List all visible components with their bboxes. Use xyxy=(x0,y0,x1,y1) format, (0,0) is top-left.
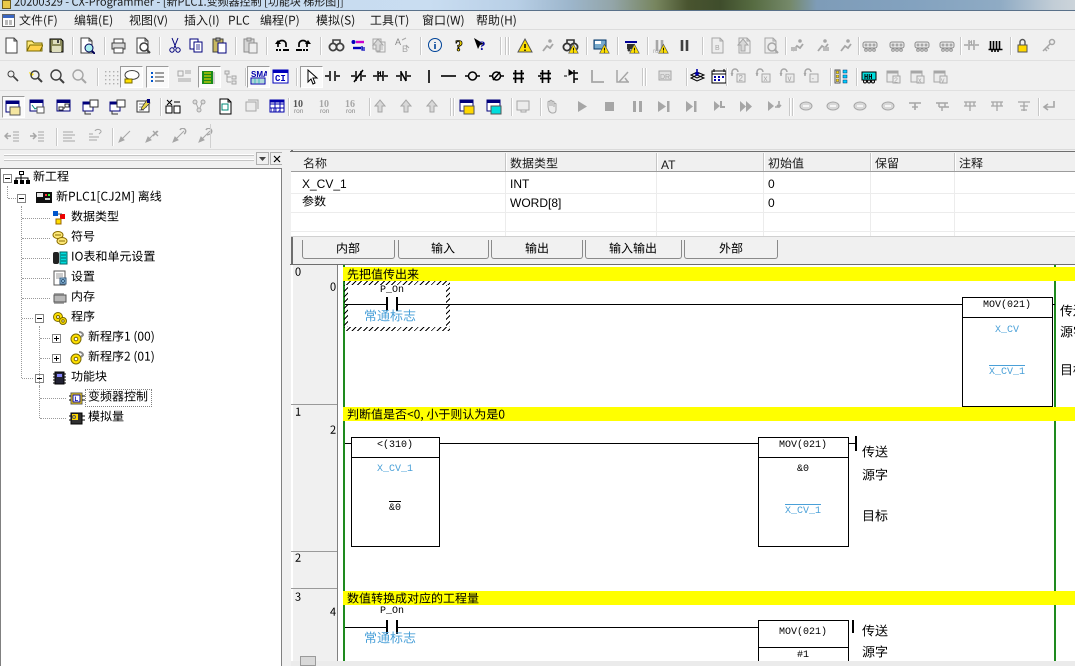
svg-text:x: x xyxy=(918,78,922,85)
svg-text:2: 2 xyxy=(894,78,898,85)
svg-text:L: L xyxy=(75,397,79,403)
svg-text:v: v xyxy=(941,78,945,85)
svg-text:CI: CI xyxy=(275,74,286,84)
svg-text:ron: ron xyxy=(346,108,356,115)
svg-text:v: v xyxy=(788,74,792,83)
svg-text:-: - xyxy=(812,74,815,83)
svg-text:x: x xyxy=(764,74,768,83)
svg-text:?: ? xyxy=(455,38,463,54)
svg-text:B: B xyxy=(715,45,720,52)
svg-text:A: A xyxy=(395,37,401,47)
svg-text:012: 012 xyxy=(271,108,282,114)
svg-text:DR: DR xyxy=(660,74,670,81)
svg-text:ron: ron xyxy=(653,49,662,54)
svg-text:2: 2 xyxy=(739,74,744,83)
svg-text:?: ? xyxy=(479,38,486,53)
svg-text:ron: ron xyxy=(294,108,304,115)
svg-text:ron: ron xyxy=(320,108,330,115)
